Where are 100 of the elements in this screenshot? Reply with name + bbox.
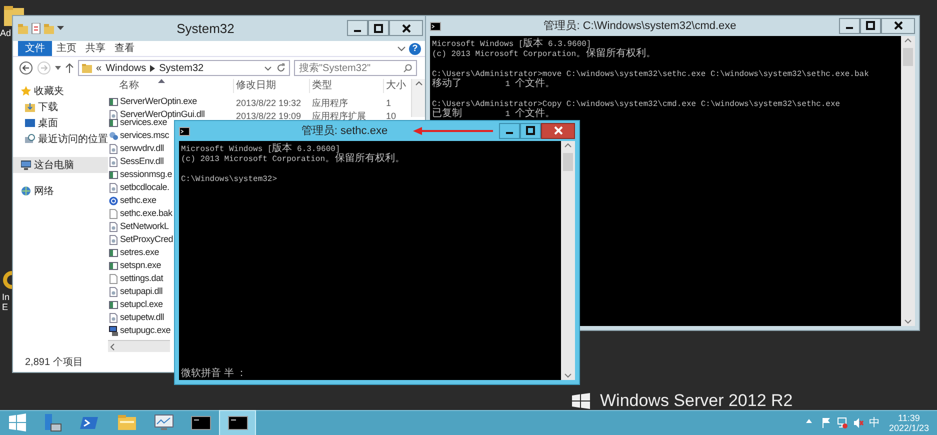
ribbon-tab[interactable]: 查看 (110, 41, 139, 56)
desktop-icon (25, 118, 35, 128)
chevron-icon[interactable] (397, 44, 406, 53)
address-overflow: « (96, 62, 102, 76)
close-button[interactable] (881, 18, 915, 34)
nav-item[interactable]: 收藏夹 (13, 83, 108, 99)
caret-icon[interactable] (55, 66, 61, 70)
nav-item[interactable]: 网络 (13, 183, 108, 199)
up-arrow-icon[interactable] (65, 63, 74, 73)
chart-window-icon (154, 413, 174, 433)
ime-status: 微软拼音 半 ： (181, 368, 248, 380)
nav-item[interactable]: 下载 (13, 99, 108, 115)
close-icon (402, 24, 410, 32)
vertical-scrollbar[interactable] (411, 79, 425, 117)
ribbon-tab[interactable]: 主页 (52, 41, 81, 56)
console-icon[interactable] (430, 22, 441, 30)
file-name[interactable]: sethc.exe (120, 194, 156, 208)
maximize-icon (526, 126, 535, 135)
search-icon[interactable] (403, 64, 412, 72)
horizontal-scrollbar[interactable] (108, 340, 170, 352)
minimize-icon (846, 27, 853, 29)
file-name[interactable]: setupapi.dll (120, 285, 163, 298)
help-button[interactable]: ? (409, 42, 421, 54)
scrollbar-thumb[interactable] (563, 153, 573, 171)
minimize-button[interactable] (839, 18, 860, 34)
console-line: (c) 2013 Microsoft Corporation。保留所有权利。 (181, 155, 406, 165)
console-line: (c) 2013 Microsoft Corporation。保留所有权利。 (432, 50, 658, 60)
maximize-button[interactable] (860, 18, 881, 34)
search-field[interactable]: 搜索"System32" (294, 60, 417, 76)
table-cell: 2013/8/22 19:09 (236, 111, 302, 121)
file-name[interactable]: setupugc.exe (120, 324, 171, 338)
console-icon[interactable] (179, 126, 190, 136)
file-name[interactable]: ServerWerOptin.exe (120, 95, 197, 109)
speaker-muted-icon[interactable] (852, 417, 864, 429)
chevron-icon[interactable] (264, 66, 272, 70)
nav-item[interactable]: 这台电脑 (13, 157, 108, 173)
gear-document-icon (109, 182, 118, 193)
maximize-icon (866, 21, 875, 30)
document-icon[interactable] (31, 23, 41, 34)
nav-item[interactable]: 桌面 (13, 115, 108, 131)
program-window-icon (109, 170, 118, 180)
column-header[interactable]: 修改日期 (233, 79, 309, 93)
gear-document-icon (109, 144, 118, 154)
vertical-scrollbar[interactable] (561, 141, 575, 380)
file-name[interactable]: sethc.exe.bak (120, 207, 172, 220)
vertical-scrollbar[interactable] (901, 36, 915, 326)
back-icon[interactable] (19, 61, 33, 75)
file-name[interactable]: services.exe (120, 116, 168, 130)
file-name[interactable]: sessionmsg.e (120, 168, 172, 182)
scrollbar-thumb[interactable] (903, 48, 913, 66)
star-icon (21, 86, 31, 96)
file-name[interactable]: services.msc (120, 129, 170, 142)
file-name[interactable]: SetProxyCred (120, 233, 174, 246)
refresh-icon[interactable] (276, 63, 286, 73)
table-cell: 应用程序扩展 (312, 111, 366, 121)
network-icon[interactable] (836, 417, 848, 429)
minimize-button[interactable] (347, 20, 368, 36)
close-button[interactable] (541, 122, 575, 138)
console-line: 移动了 1 个文件。 (432, 80, 556, 90)
program-window-icon (109, 248, 118, 258)
icon-label: Ad (0, 28, 12, 38)
file-name[interactable]: serwvdrv.dll (120, 142, 164, 156)
maximize-button[interactable] (368, 20, 389, 36)
maximize-button[interactable] (520, 122, 541, 138)
gear-document-icon (109, 286, 118, 297)
file-name[interactable]: SetNetworkL (120, 220, 169, 234)
table-cell: 10 (386, 111, 396, 121)
ribbon-tab[interactable]: 共享 (81, 41, 110, 56)
browser-icon[interactable] (2, 268, 12, 292)
status-text: 2,891 个项目 (25, 356, 83, 370)
gears-icon (109, 130, 118, 141)
file-name[interactable]: setupetw.dll (120, 311, 164, 324)
caret-icon[interactable] (57, 26, 64, 31)
console-line: C:\Users\Administrator>Copy C:\windows\system32\cmd.exe C:\windows\system32\sethc.exe (432, 100, 842, 109)
console-icon (228, 413, 248, 433)
document-icon (109, 274, 118, 284)
sort-arrow-icon (158, 79, 165, 83)
window-title: System32 (176, 20, 234, 38)
file-name[interactable]: setspn.exe (120, 259, 162, 272)
windows-logo-icon (572, 392, 590, 408)
flag-icon[interactable] (820, 417, 832, 429)
file-name[interactable]: setbcdlocale. (120, 181, 170, 194)
breadcrumb-item[interactable]: Windows (106, 60, 146, 76)
close-button[interactable] (389, 20, 423, 36)
minimize-button[interactable] (499, 122, 520, 138)
close-icon (554, 126, 562, 135)
column-header[interactable]: 类型 (309, 79, 383, 93)
column-header[interactable]: 名称 (108, 79, 233, 93)
close-icon (894, 21, 902, 30)
column-header[interactable]: 大小 (383, 79, 405, 93)
file-name[interactable]: SessEnv.dll (120, 155, 164, 168)
taskbar-button[interactable] (219, 410, 256, 435)
file-name[interactable]: settings.dat (120, 272, 164, 286)
nav-item[interactable]: 最近访问的位置 (13, 131, 108, 147)
console-icon (190, 413, 210, 433)
file-name[interactable]: setres.exe (120, 246, 160, 260)
address-bar[interactable]: « Windows System32 (78, 60, 290, 76)
breadcrumb-item[interactable]: System32 (159, 60, 204, 76)
file-name[interactable]: setupcl.exe (120, 298, 163, 312)
ring-icon (109, 196, 118, 206)
